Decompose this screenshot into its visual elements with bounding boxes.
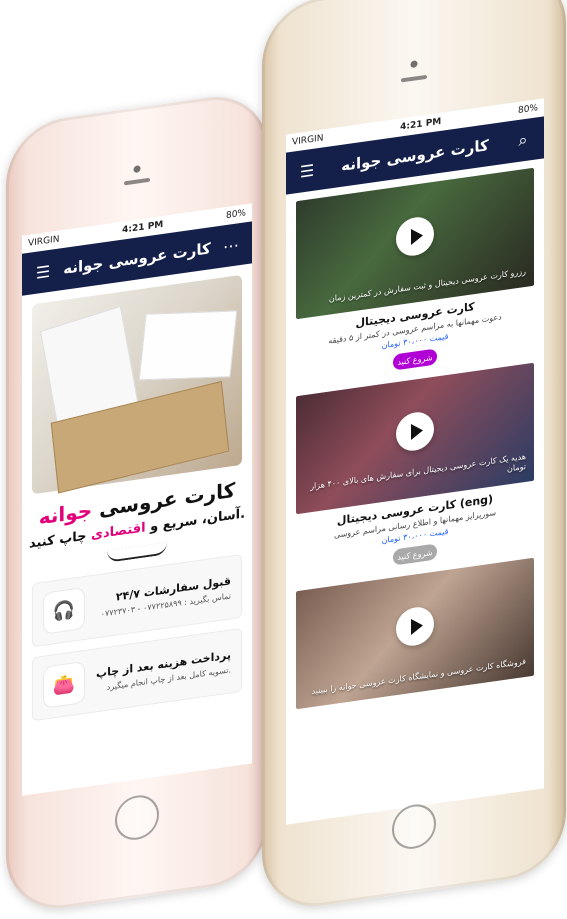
start-button[interactable]: شروع کنید [393,543,437,566]
play-icon[interactable] [396,409,434,454]
app-title: کارت عروسی جوانه [63,239,211,278]
earpiece-speaker [124,177,150,186]
decorative-ornament [107,542,167,563]
earpiece-speaker [401,74,427,83]
more-icon[interactable]: ⋯ [220,233,242,258]
home-button[interactable] [392,801,436,852]
phone-right: VIRGIN 4:21 PM 80% ☰ کارت عروسی جوانه ⌕ … [262,0,566,915]
menu-icon[interactable]: ☰ [32,259,54,284]
phone-left: VIRGIN 4:21 PM 80% ☰ کارت عروسی جوانه ⋯ … [6,89,268,917]
list-item: هدیه یک کارت عروسی دیجیتال برای سفارش ها… [296,362,534,579]
hero-tagline-accent: اقتصادی [91,520,146,544]
content-list: رزرو کارت عروسی دیجیتال و ثبت سفارش در ک… [286,158,544,730]
phone-screen-right: VIRGIN 4:21 PM 80% ☰ کارت عروسی جوانه ⌕ … [286,98,544,825]
battery-label: 80% [517,103,538,117]
feature-text: پرداخت هزینه بعد از چاپ تسویه کامل بعد ا… [95,648,231,693]
time-label: 4:21 PM [400,116,442,133]
play-icon[interactable] [396,214,434,259]
support-icon: 🎧 [43,586,85,635]
battery-label: 80% [225,208,246,222]
video-overlay-text: فروشگاه کارت عروسی و نمایشگاه کارت عروسی… [311,656,526,697]
menu-icon[interactable]: ☰ [296,158,318,183]
search-icon[interactable]: ⌕ [512,128,534,153]
play-icon[interactable] [396,604,434,649]
feature-text: قبول سفارشات ۲۴/۷ تماس بگیرید : ۰۷۷۲۲۵۸۹… [95,574,231,619]
carrier-label: VIRGIN [28,234,60,249]
phone-screen-left: VIRGIN 4:21 PM 80% ☰ کارت عروسی جوانه ⋯ … [22,203,252,796]
front-camera [410,60,418,69]
front-camera [133,165,141,174]
invitation-card-image [138,310,238,381]
list-item: رزرو کارت عروسی دیجیتال و ثبت سفارش در ک… [296,167,534,384]
carrier-label: VIRGIN [292,133,324,148]
hero-image [32,274,242,495]
start-button[interactable]: شروع کنید [393,348,437,371]
hero-title-accent: جوانه [38,497,93,530]
video-thumbnail[interactable]: فروشگاه کارت عروسی و نمایشگاه کارت عروسی… [296,557,534,710]
wallet-icon: 👛 [43,660,85,709]
time-label: 4:21 PM [122,219,164,236]
home-button[interactable] [115,792,159,843]
list-item: فروشگاه کارت عروسی و نمایشگاه کارت عروسی… [296,557,534,710]
